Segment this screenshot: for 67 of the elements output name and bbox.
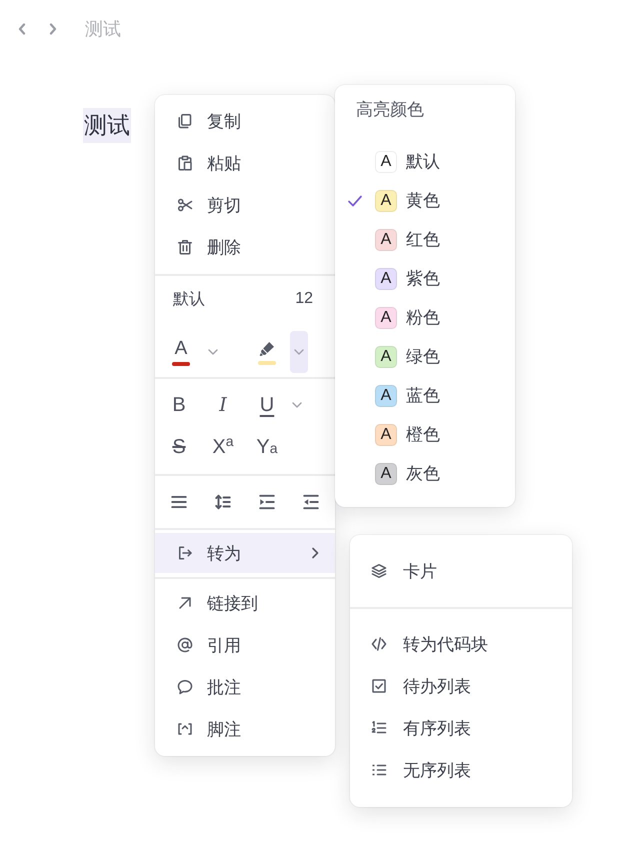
copy-icon: [177, 113, 193, 129]
chevron-right-icon: [311, 547, 319, 559]
code-icon: [371, 636, 387, 652]
menu-item[interactable]: 无序列表: [350, 749, 572, 791]
color-sample: A: [375, 150, 397, 172]
menu-item[interactable]: 链接到: [155, 582, 335, 624]
color-option[interactable]: A 红色: [335, 220, 515, 259]
indent-icon[interactable]: [258, 493, 276, 511]
menu-item[interactable]: 脚注: [155, 708, 335, 750]
menu-item[interactable]: 待办列表: [350, 665, 572, 707]
chevron-down-icon: [294, 349, 304, 355]
color-sample: A: [375, 228, 397, 250]
highlighter-icon: [258, 340, 276, 358]
color-option[interactable]: A 灰色: [335, 454, 515, 493]
chevron-down-icon: [208, 349, 218, 355]
color-sample: A: [375, 268, 397, 290]
text-color-button[interactable]: A: [170, 335, 192, 369]
menu-item[interactable]: 复制: [155, 100, 335, 142]
footnote-icon: [177, 721, 193, 737]
document-text: 测试: [83, 108, 131, 143]
clipboard-icon: [177, 155, 193, 171]
color-sample: A: [375, 424, 397, 446]
menu-item[interactable]: 批注: [155, 666, 335, 708]
at-sign-icon: [177, 637, 193, 653]
bold-button[interactable]: B: [157, 387, 201, 423]
color-option[interactable]: A 紫色: [335, 259, 515, 298]
chevron-right-icon[interactable]: [49, 23, 57, 35]
align-justify-icon[interactable]: [170, 493, 188, 511]
menu-title: 高亮颜色: [355, 99, 425, 121]
menu-item[interactable]: 删除: [155, 226, 335, 268]
color-option[interactable]: A 粉色: [335, 298, 515, 337]
color-option[interactable]: A 绿色: [335, 337, 515, 376]
color-sample: A: [375, 346, 397, 368]
color-option[interactable]: A 默认: [335, 142, 515, 181]
color-option[interactable]: A 蓝色: [335, 376, 515, 415]
menu-item[interactable]: 引用: [155, 624, 335, 666]
trash-icon: [177, 239, 193, 255]
color-option[interactable]: A 橙色: [335, 415, 515, 454]
scissors-icon: [177, 197, 193, 213]
bullet-list-icon: [371, 762, 387, 778]
menu-item[interactable]: 粘贴: [155, 142, 335, 184]
menu-item[interactable]: 转为代码块: [350, 623, 572, 665]
line-spacing-icon[interactable]: [214, 493, 232, 511]
menu-item[interactable]: 转为: [155, 533, 335, 573]
menu-item[interactable]: 剪切: [155, 184, 335, 226]
underline-button[interactable]: U: [245, 387, 289, 423]
chevron-down-icon: [292, 402, 302, 408]
chevron-left-icon[interactable]: [18, 23, 26, 35]
color-option[interactable]: A 黄色: [335, 181, 515, 220]
strikethrough-button[interactable]: S: [157, 429, 201, 465]
menu-item[interactable]: 卡片: [350, 550, 572, 592]
speech-bubble-icon: [177, 679, 193, 695]
color-sample: A: [375, 462, 397, 484]
numbered-list-icon: [371, 720, 387, 736]
checkbox-icon: [371, 678, 387, 694]
superscript-button[interactable]: X$^{a}$: [201, 429, 245, 465]
page-title: 测试: [85, 18, 121, 41]
color-sample: A: [375, 190, 397, 212]
outdent-icon[interactable]: [302, 493, 320, 511]
layers-icon: [371, 563, 387, 579]
font-size-select[interactable]: 12: [295, 290, 313, 308]
font-family-select[interactable]: 默认: [173, 288, 205, 310]
color-sample: A: [375, 306, 397, 328]
italic-button[interactable]: I: [201, 387, 245, 423]
color-sample: A: [375, 384, 397, 406]
arrow-up-right-icon: [177, 595, 193, 611]
menu-item[interactable]: 有序列表: [350, 707, 572, 749]
